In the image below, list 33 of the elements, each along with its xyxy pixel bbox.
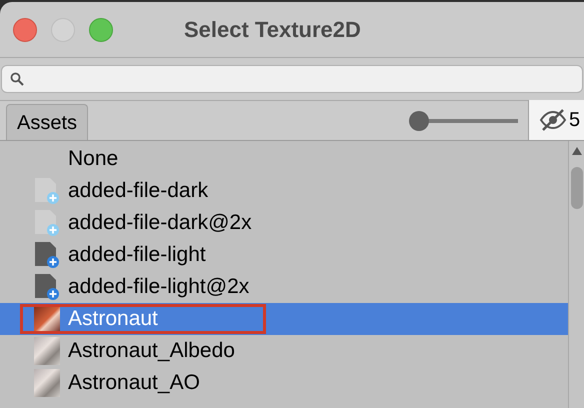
asset-name: Astronaut bbox=[68, 306, 158, 332]
tab[interactable]: Assets bbox=[6, 104, 88, 140]
file-plus-icon bbox=[34, 209, 60, 237]
window-title: Select Texture2D bbox=[184, 16, 361, 44]
search-icon bbox=[10, 72, 24, 86]
asset-row[interactable]: Astronaut_Albedo bbox=[0, 335, 568, 367]
asset-row[interactable]: None bbox=[0, 143, 568, 175]
close-button[interactable] bbox=[13, 18, 37, 42]
asset-row[interactable]: added-file-light bbox=[0, 239, 568, 271]
asset-name: added-file-dark bbox=[68, 178, 208, 204]
scroll-up-icon[interactable] bbox=[572, 147, 582, 155]
zoom-button[interactable] bbox=[89, 18, 113, 42]
texture-thumbnail bbox=[34, 337, 60, 365]
search-field[interactable] bbox=[1, 65, 583, 93]
asset-name: Astronaut_Albedo bbox=[68, 338, 235, 364]
asset-name: added-file-light@2x bbox=[68, 274, 250, 300]
asset-name: added-file-light bbox=[68, 242, 206, 268]
eye-slash-icon bbox=[539, 108, 567, 132]
file-plus-icon bbox=[34, 273, 60, 301]
asset-row[interactable]: Astronaut_AO bbox=[0, 367, 568, 399]
asset-row[interactable]: added-file-dark bbox=[0, 175, 568, 207]
file-plus-icon bbox=[34, 177, 60, 205]
scrollbar-thumb[interactable] bbox=[570, 167, 582, 209]
asset-name: added-file-dark@2x bbox=[68, 210, 252, 236]
texture-thumbnail bbox=[34, 369, 60, 397]
asset-name: Astronaut_AO bbox=[68, 370, 200, 396]
hidden-count: 5 bbox=[569, 108, 580, 133]
asset-row[interactable]: added-file-dark@2x bbox=[0, 207, 568, 239]
asset-row[interactable]: Astronaut bbox=[0, 303, 568, 335]
asset-row[interactable]: added-file-light@2x bbox=[0, 271, 568, 303]
asset-name: None bbox=[68, 146, 118, 172]
file-plus-icon bbox=[34, 241, 60, 269]
slider-thumb[interactable] bbox=[408, 111, 429, 131]
